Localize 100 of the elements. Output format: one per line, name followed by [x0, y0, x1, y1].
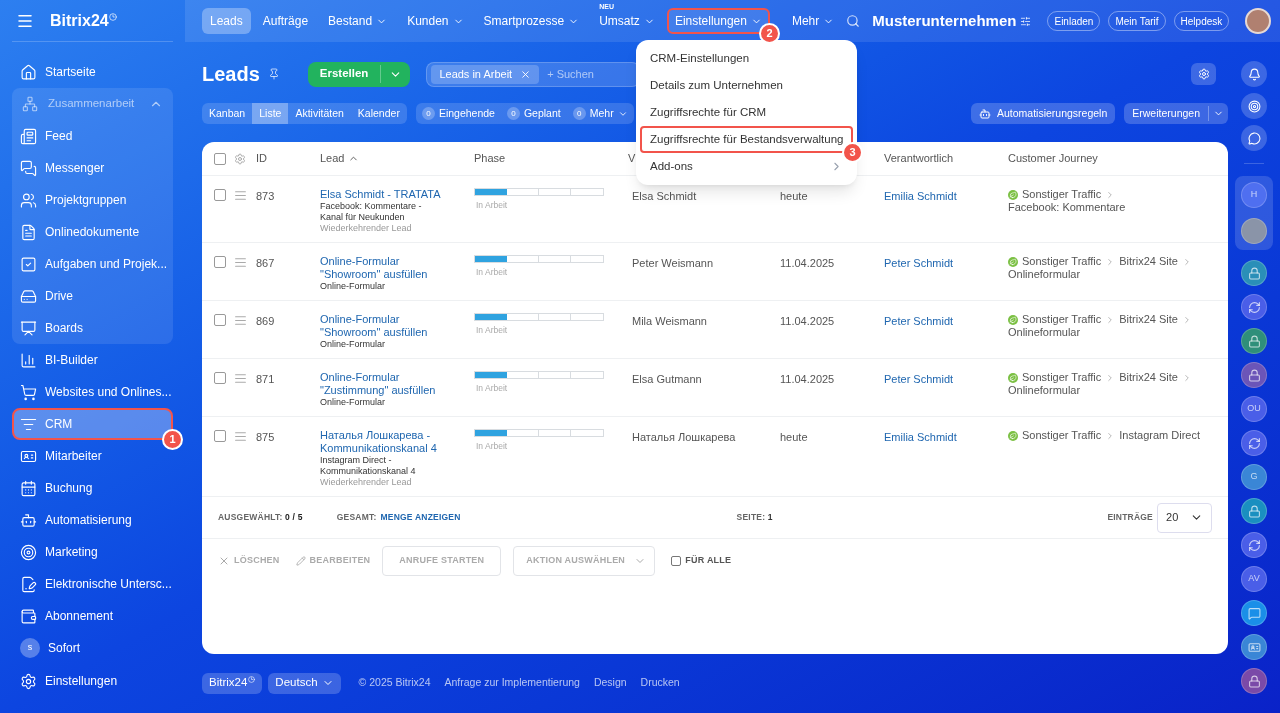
- sidebar-item[interactable]: Automatisierung: [12, 504, 173, 536]
- document-icon: [20, 223, 37, 241]
- sidebar-item[interactable]: Startseite: [12, 56, 173, 88]
- brand-badge[interactable]: Bitrix24: [202, 672, 263, 694]
- chat-avatar[interactable]: [1241, 532, 1267, 558]
- sidebar-item[interactable]: Drive: [12, 280, 173, 312]
- chat-avatar[interactable]: OU: [1241, 396, 1267, 422]
- sidebar-item[interactable]: Messenger: [12, 152, 173, 184]
- user-avatar[interactable]: [1245, 8, 1272, 34]
- column-header[interactable]: Phase: [474, 150, 628, 167]
- responsible-link[interactable]: Emilia Schmidt: [884, 188, 1008, 205]
- nav-tab[interactable]: Kunden: [399, 8, 472, 34]
- page-title: Leads: [202, 62, 260, 87]
- counter-filter[interactable]: 0 Mehr: [572, 105, 628, 122]
- create-button[interactable]: Erstellen: [307, 61, 411, 87]
- drag-handle-icon[interactable]: [234, 189, 247, 202]
- menu-item[interactable]: Details zum Unternehmen: [640, 72, 853, 99]
- table-cell-text: Elsa Schmidt: [631, 189, 698, 204]
- automation-rules-button[interactable]: Automatisierungsregeln: [970, 103, 1116, 124]
- view-tab[interactable]: Kanban: [202, 103, 253, 124]
- filter-chip[interactable]: Leads in Arbeit: [431, 64, 540, 84]
- chat-avatar[interactable]: [1241, 294, 1267, 320]
- drag-handle-icon[interactable]: [234, 256, 247, 269]
- language-select[interactable]: Deutsch: [268, 672, 341, 694]
- sidebar-item[interactable]: Onlinedokumente: [12, 216, 173, 248]
- settings-button[interactable]: [1191, 63, 1216, 85]
- sidebar-item[interactable]: Einstellungen: [12, 665, 173, 697]
- chat-avatar[interactable]: [1241, 362, 1267, 388]
- row-checkbox[interactable]: [214, 256, 226, 268]
- sidebar-item[interactable]: Abonnement: [12, 600, 173, 632]
- lead-link[interactable]: Наталья Лошкарева - Kommunikationskanal 4: [320, 429, 444, 455]
- nav-tab[interactable]: Smartprozesse: [475, 8, 588, 34]
- extensions-button[interactable]: Erweiterungen: [1124, 103, 1228, 124]
- sidebar-item[interactable]: Aufgaben und Projek...: [12, 248, 173, 280]
- column-header[interactable]: Verantwortlich: [884, 150, 1008, 167]
- sliders-icon[interactable]: [1020, 15, 1032, 27]
- chat-avatar[interactable]: [1241, 260, 1267, 286]
- row-checkbox[interactable]: [214, 430, 226, 442]
- row-checkbox[interactable]: [214, 372, 226, 384]
- chat-avatar[interactable]: G: [1241, 464, 1267, 490]
- chat-avatar[interactable]: AV: [1241, 566, 1267, 592]
- sidebar-item[interactable]: s Sofort: [12, 632, 173, 664]
- lead-link[interactable]: Online-Formular "Showroom" ausfüllen: [320, 255, 444, 281]
- footer-link[interactable]: Anfrage zur Implementierung: [444, 675, 580, 691]
- view-tab[interactable]: Kalender: [350, 103, 407, 124]
- drag-handle-icon[interactable]: [234, 372, 247, 385]
- sidebar-item[interactable]: Feed: [12, 120, 173, 152]
- entries-select[interactable]: 20: [1157, 502, 1212, 533]
- responsible-link[interactable]: Emilia Schmidt: [884, 429, 1008, 446]
- responsible-link[interactable]: Peter Schmidt: [884, 255, 1008, 272]
- chat-avatar[interactable]: [1241, 328, 1267, 354]
- column-header[interactable]: Lead: [320, 150, 474, 167]
- show-count-link[interactable]: MENGE ANZEIGEN: [380, 511, 461, 524]
- chat-avatar[interactable]: [1241, 634, 1267, 660]
- counter-filter[interactable]: 0 Eingehende: [421, 105, 495, 122]
- sidebar-item[interactable]: BI-Builder: [12, 344, 173, 376]
- menu-item[interactable]: CRM-Einstellungen: [640, 45, 853, 72]
- bar-chart-icon: [20, 351, 37, 369]
- user-avatar[interactable]: [1241, 218, 1267, 244]
- for-all-checkbox[interactable]: FÜR ALLE: [671, 554, 732, 568]
- select-all-checkbox[interactable]: [214, 152, 226, 165]
- pin-icon[interactable]: [267, 68, 280, 80]
- drag-handle-icon[interactable]: [234, 430, 247, 443]
- nav-tab[interactable]: Aufträge: [254, 8, 317, 34]
- footer-link[interactable]: Design: [593, 675, 627, 691]
- counter-filter[interactable]: 0 Geplant: [506, 105, 561, 122]
- drag-handle-icon[interactable]: [234, 314, 247, 327]
- chat-button[interactable]: [1241, 125, 1267, 151]
- chat-avatar[interactable]: H: [1241, 182, 1267, 208]
- target-button[interactable]: [1241, 93, 1267, 119]
- journey-step: Sonstiger Traffic: [1022, 255, 1102, 268]
- lead-link[interactable]: Elsa Schmidt - TRATATA: [320, 188, 441, 201]
- target-icon: [20, 543, 37, 561]
- sidebar-item[interactable]: Buchung: [12, 472, 173, 504]
- view-tab[interactable]: Aktivitäten: [288, 103, 351, 124]
- chat-avatar[interactable]: [1241, 430, 1267, 456]
- responsible-link[interactable]: Peter Schmidt: [884, 371, 1008, 388]
- chat-avatar[interactable]: [1241, 498, 1267, 524]
- responsible-link[interactable]: Peter Schmidt: [884, 313, 1008, 330]
- sidebar-item[interactable]: Projektgruppen: [12, 184, 173, 216]
- footer-link[interactable]: Drucken: [640, 675, 680, 691]
- lead-link[interactable]: Online-Formular "Zustimmung" ausfüllen: [320, 371, 444, 397]
- nav-tab[interactable]: Umsatz: [591, 8, 663, 34]
- chat-avatar[interactable]: [1241, 668, 1267, 694]
- sidebar-item[interactable]: Boards: [12, 312, 173, 344]
- chat-avatar[interactable]: [1241, 600, 1267, 626]
- column-header[interactable]: Customer Journey: [1008, 150, 1228, 167]
- row-checkbox[interactable]: [214, 314, 226, 326]
- nav-tab[interactable]: Mehr: [783, 8, 843, 34]
- column-header[interactable]: ID: [256, 150, 320, 167]
- robot-icon: [20, 511, 37, 529]
- row-checkbox[interactable]: [214, 189, 226, 201]
- lead-link[interactable]: Online-Formular "Showroom" ausfüllen: [320, 313, 444, 339]
- sidebar-item[interactable]: Elektronische Untersc...: [12, 568, 173, 600]
- notifications-button[interactable]: [1241, 61, 1267, 87]
- nav-tab[interactable]: Bestand: [320, 8, 396, 34]
- sidebar-item[interactable]: Websites und Onlines...: [12, 376, 173, 408]
- menu-item[interactable]: Zugriffsrechte für CRM: [640, 99, 853, 126]
- search-icon[interactable]: [846, 14, 861, 28]
- sidebar-item[interactable]: Marketing: [12, 536, 173, 568]
